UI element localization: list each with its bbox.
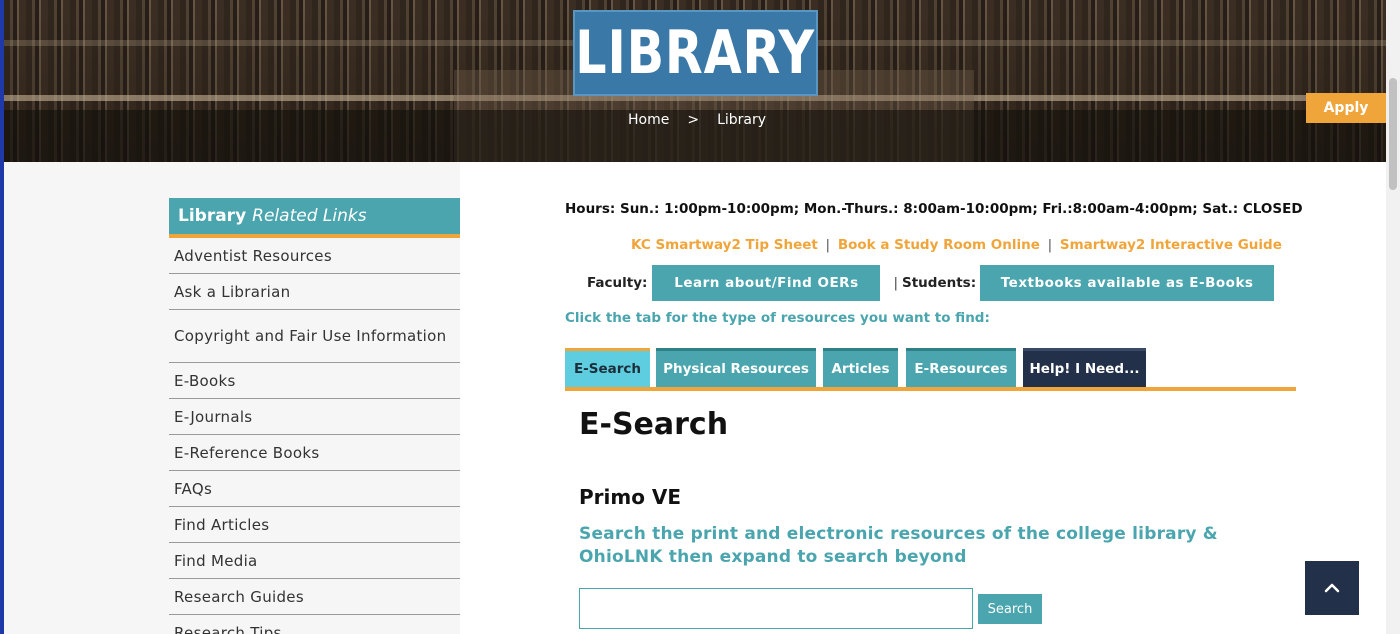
sidebar-heading-italic: Related Links [252, 206, 367, 226]
tab-instruction: Click the tab for the type of resources … [565, 310, 990, 326]
sidebar-item-find-articles[interactable]: Find Articles [169, 507, 460, 543]
faculty-students-row: Faculty: Learn about/Find OERs | Student… [587, 265, 1275, 301]
sidebar-item-adventist-resources[interactable]: Adventist Resources [169, 238, 460, 274]
tab-physical-resources[interactable]: Physical Resources [656, 348, 816, 387]
tab-e-resources[interactable]: E-Resources [906, 348, 1016, 387]
tab-help-i-need[interactable]: Help! I Need... [1023, 348, 1146, 387]
sidebar-item-find-media[interactable]: Find Media [169, 543, 460, 579]
panel-title: E-Search [579, 407, 729, 442]
sidebar-heading: Library Related Links [169, 198, 460, 238]
breadcrumb: Home > Library [628, 112, 766, 128]
book-study-room-link[interactable]: Book a Study Room Online [838, 237, 1040, 253]
breadcrumb-home-link[interactable]: Home [628, 112, 669, 128]
sidebar-item-research-tips[interactable]: Research Tips [169, 615, 460, 634]
sidebar-item-e-journals[interactable]: E-Journals [169, 399, 460, 435]
primo-search-input[interactable] [579, 588, 973, 629]
students-label: Students: [902, 275, 977, 291]
library-hours: Hours: Sun.: 1:00pm-10:00pm; Mon.-Thurs.… [565, 201, 1303, 217]
section-title: Primo VE [579, 485, 682, 509]
primo-search-button[interactable]: Search [978, 594, 1042, 624]
section-description: Search the print and electronic resource… [579, 524, 1218, 567]
find-oers-button[interactable]: Learn about/Find OERs [652, 265, 881, 301]
tab-e-search[interactable]: E-Search [565, 348, 650, 387]
back-to-top-button[interactable] [1305, 561, 1359, 615]
smartway-tip-sheet-link[interactable]: KC Smartway2 Tip Sheet [631, 237, 818, 253]
scrollbar-thumb[interactable] [1389, 78, 1397, 190]
link-separator: | [825, 237, 831, 253]
sidebar-item-ask-a-librarian[interactable]: Ask a Librarian [169, 274, 460, 310]
resource-tabs: E-Search Physical Resources Articles E-R… [565, 348, 1296, 391]
breadcrumb-separator: > [687, 112, 700, 128]
page-title: LIBRARY [575, 18, 816, 88]
sidebar-item-e-reference-books[interactable]: E-Reference Books [169, 435, 460, 471]
link-separator: | [1047, 237, 1053, 253]
apply-button[interactable]: Apply [1306, 93, 1386, 123]
page-title-box: LIBRARY [573, 10, 818, 96]
students-separator: | [893, 275, 898, 291]
faculty-label: Faculty: [587, 275, 648, 291]
smartway-guide-link[interactable]: Smartway2 Interactive Guide [1060, 237, 1282, 253]
sidebar-item-research-guides[interactable]: Research Guides [169, 579, 460, 615]
chevron-up-icon [1324, 583, 1340, 593]
tab-articles[interactable]: Articles [823, 348, 898, 387]
sidebar-item-e-books[interactable]: E-Books [169, 363, 460, 399]
quick-links: KC Smartway2 Tip Sheet | Book a Study Ro… [631, 237, 1282, 253]
page-scrollbar[interactable] [1386, 0, 1400, 634]
sidebar-item-faqs[interactable]: FAQs [169, 471, 460, 507]
sidebar-heading-bold: Library [178, 206, 247, 226]
sidebar-related-links: Library Related Links Adventist Resource… [169, 198, 460, 634]
textbooks-ebooks-button[interactable]: Textbooks available as E-Books [980, 265, 1275, 301]
breadcrumb-current: Library [717, 112, 767, 128]
sidebar-item-copyright[interactable]: Copyright and Fair Use Information [169, 310, 460, 363]
